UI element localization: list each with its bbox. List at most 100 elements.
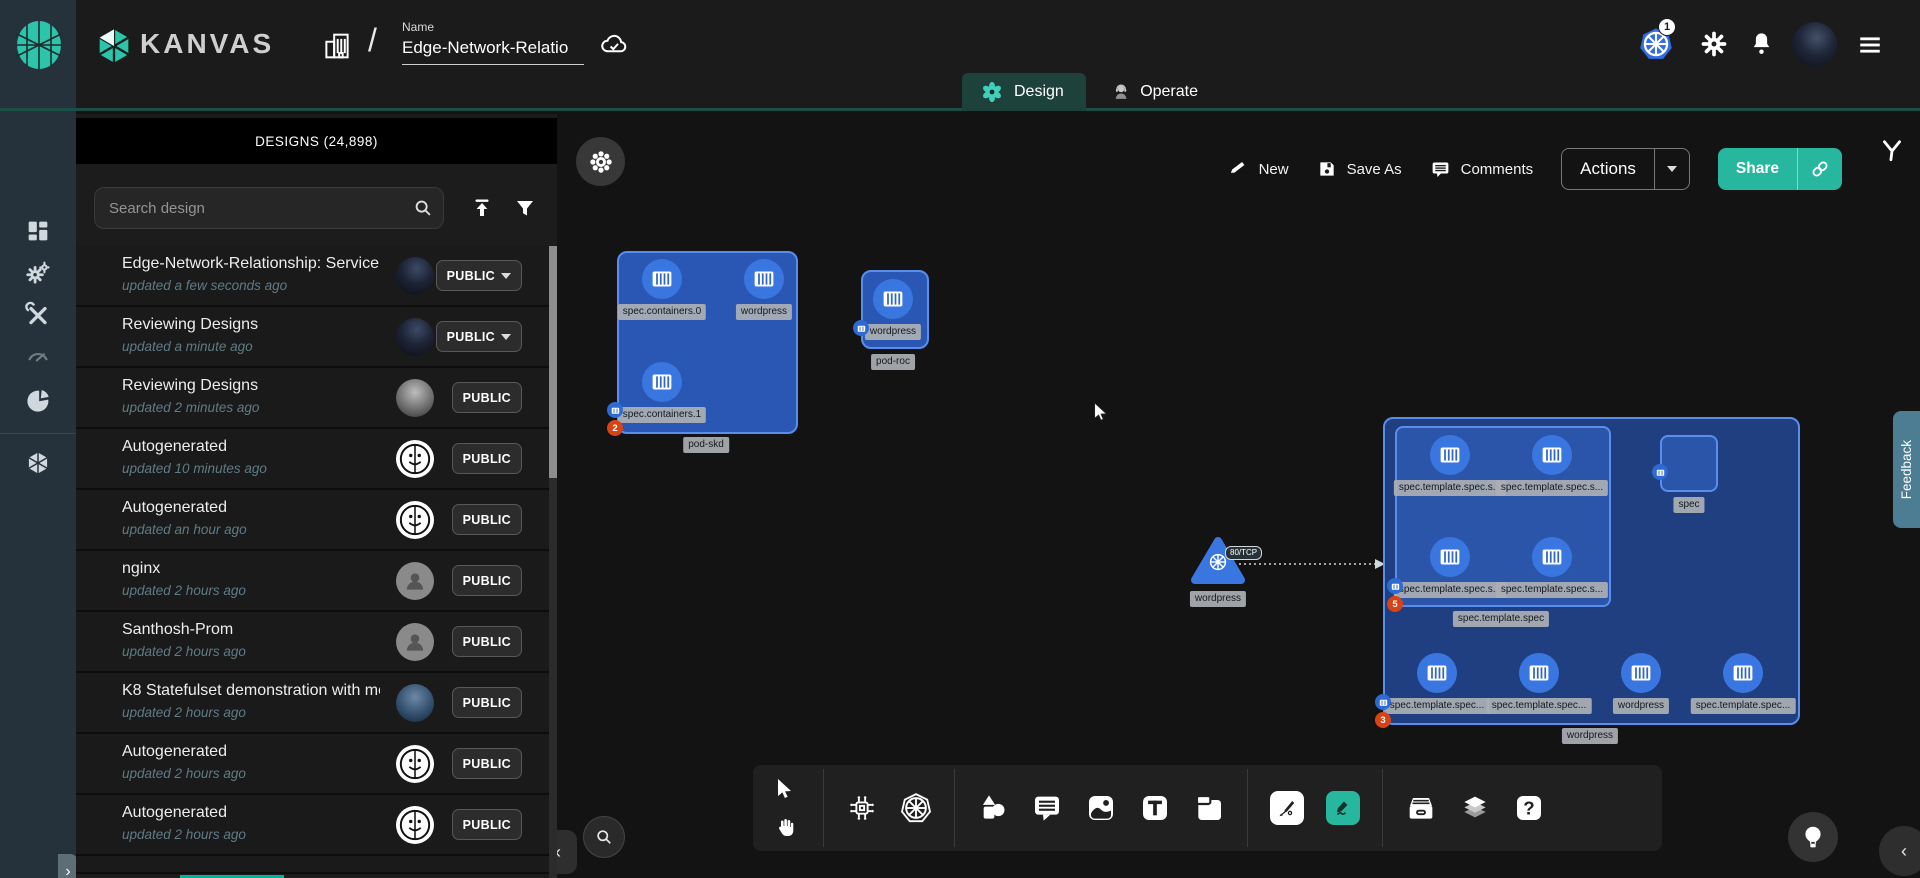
list-item[interactable]: Edge-Network-Relationship: Service updat…	[76, 246, 550, 307]
design-name-input[interactable]: Edge-Network-Relatio	[402, 38, 584, 65]
collapse-right-chevron[interactable]: ‹	[1879, 826, 1920, 876]
publish-upload-icon[interactable]	[470, 196, 494, 220]
visibility-badge[interactable]: PUBLIC	[452, 626, 522, 657]
pan-tool[interactable]	[769, 811, 801, 843]
save-as-button[interactable]: Save As	[1317, 159, 1402, 179]
node-container[interactable]	[1519, 653, 1559, 693]
freehand-draw-tool[interactable]	[1326, 791, 1360, 825]
pen-tool[interactable]	[1270, 791, 1304, 825]
visibility-badge[interactable]: PUBLIC	[452, 687, 522, 718]
node-container[interactable]	[744, 259, 784, 299]
node-container[interactable]	[1430, 435, 1470, 475]
search-input[interactable]	[94, 187, 444, 229]
meshery-catalog-icon[interactable]	[24, 387, 52, 415]
actions-dropdown-toggle[interactable]	[1654, 149, 1689, 189]
pod-kind-badge[interactable]	[1375, 694, 1391, 710]
kanvas-rail-icon[interactable]	[24, 449, 52, 477]
pod-kind-badge[interactable]	[1387, 578, 1403, 594]
expand-rail-chevron[interactable]: ›	[58, 854, 78, 878]
organization-icon[interactable]	[320, 28, 354, 64]
actions-button[interactable]: Actions	[1561, 148, 1690, 190]
select-tool[interactable]	[769, 773, 801, 805]
node-container[interactable]	[642, 362, 682, 402]
kubernetes-tool[interactable]	[900, 792, 932, 824]
error-count-badge[interactable]: 3	[1375, 712, 1391, 728]
pod-kind-badge[interactable]	[1652, 464, 1668, 480]
help-tool[interactable]: ?	[1513, 792, 1545, 824]
kanvas-logo-icon[interactable]	[94, 26, 134, 66]
list-item-partial[interactable]	[76, 856, 550, 874]
visibility-badge[interactable]: PUBLIC	[436, 260, 522, 291]
visibility-badge[interactable]: PUBLIC	[452, 565, 522, 596]
note-tool[interactable]	[1193, 792, 1225, 824]
error-count-badge[interactable]: 2	[607, 420, 623, 436]
text-tool[interactable]	[1139, 792, 1171, 824]
dashboard-icon[interactable]	[24, 217, 52, 245]
tab-design[interactable]: Design	[962, 73, 1086, 111]
pod-kind-badge[interactable]	[853, 320, 869, 336]
node-label: spec	[1673, 497, 1704, 513]
list-item[interactable]: Autogenerated updated an hour ago PUBLIC	[76, 490, 550, 551]
filter-icon[interactable]	[513, 196, 537, 220]
comments-button[interactable]: Comments	[1430, 159, 1534, 180]
new-button[interactable]: New	[1229, 159, 1289, 179]
image-tool[interactable]	[1085, 792, 1117, 824]
kubernetes-context-switcher[interactable]: 1	[1638, 26, 1680, 68]
settings-gear-icon[interactable]	[1700, 30, 1728, 58]
layers-tool[interactable]	[1459, 792, 1491, 824]
visibility-badge[interactable]: PUBLIC	[452, 809, 522, 840]
node-container[interactable]	[1532, 537, 1572, 577]
validate-flask-icon[interactable]	[1879, 136, 1905, 166]
meshery-logo-icon[interactable]	[15, 20, 63, 70]
list-item[interactable]: Santhosh-Prom updated 2 hours ago PUBLIC	[76, 612, 550, 673]
list-item[interactable]: Autogenerated updated 10 minutes ago PUB…	[76, 429, 550, 490]
list-item[interactable]: Reviewing Designs updated a minute ago P…	[76, 307, 550, 368]
cloud-saved-icon[interactable]	[598, 30, 630, 60]
list-item[interactable]: Autogenerated updated 2 hours ago PUBLIC	[76, 734, 550, 795]
design-canvas[interactable]: New Save As Comments Actions Share	[557, 114, 1920, 878]
visibility-badge[interactable]: PUBLIC	[452, 748, 522, 779]
visibility-badge[interactable]: PUBLIC	[452, 443, 522, 474]
tab-operate[interactable]: Operate	[1094, 73, 1216, 111]
visibility-badge[interactable]: PUBLIC	[452, 382, 522, 413]
performance-gauge-icon[interactable]	[24, 342, 52, 370]
visibility-badge[interactable]: PUBLIC	[436, 321, 522, 352]
visibility-label: PUBLIC	[463, 818, 511, 832]
visibility-badge[interactable]: PUBLIC	[452, 504, 522, 535]
node-container[interactable]	[873, 279, 913, 319]
list-scrollbar-thumb[interactable]	[549, 246, 557, 478]
lifecycle-gears-icon[interactable]	[24, 259, 52, 287]
list-item[interactable]: nginx updated 2 hours ago PUBLIC	[76, 551, 550, 612]
share-button[interactable]: Share	[1718, 148, 1842, 190]
comment-tool[interactable]	[1031, 792, 1063, 824]
node-container[interactable]	[1723, 653, 1763, 693]
drawer-tool[interactable]	[1405, 792, 1437, 824]
tour-button[interactable]	[1788, 812, 1838, 862]
node-container[interactable]	[1430, 537, 1470, 577]
visibility-label: PUBLIC	[463, 391, 511, 405]
design-updated: updated 2 hours ago	[122, 705, 246, 720]
hamburger-menu-icon[interactable]	[1856, 32, 1884, 58]
feedback-tab[interactable]: Feedback	[1893, 411, 1920, 528]
copy-link-button[interactable]	[1797, 148, 1842, 190]
toolbox-icon[interactable]	[24, 301, 52, 329]
zoom-button[interactable]	[583, 816, 625, 858]
node-container[interactable]	[1532, 435, 1572, 475]
error-count-badge[interactable]: 5	[1387, 596, 1403, 612]
node-container[interactable]	[642, 259, 682, 299]
operator-button[interactable]	[576, 137, 625, 186]
notifications-bell-icon[interactable]	[1748, 29, 1775, 58]
pod-kind-badge[interactable]	[607, 402, 623, 418]
node-spec-template-spec[interactable]	[1395, 426, 1611, 607]
node-spec[interactable]	[1660, 435, 1718, 492]
collapse-panel-chevron[interactable]: ‹	[557, 830, 577, 874]
node-container[interactable]	[1417, 653, 1457, 693]
node-container[interactable]	[1621, 653, 1661, 693]
shapes-tool[interactable]	[977, 792, 1009, 824]
list-item[interactable]: Autogenerated updated 2 hours ago PUBLIC	[76, 795, 550, 856]
components-tool[interactable]	[846, 792, 878, 824]
user-avatar[interactable]	[1792, 22, 1837, 67]
list-item[interactable]: K8 Statefulset demonstration with mo upd…	[76, 673, 550, 734]
design-updated: updated 10 minutes ago	[122, 461, 267, 476]
list-item[interactable]: Reviewing Designs updated 2 minutes ago …	[76, 368, 550, 429]
